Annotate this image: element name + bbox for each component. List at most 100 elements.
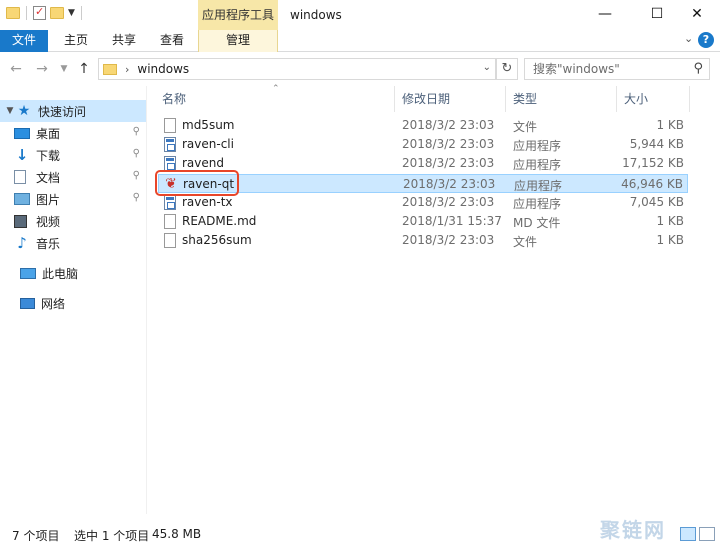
exe-icon bbox=[164, 137, 176, 152]
pictures-icon bbox=[14, 193, 30, 205]
pin-icon: ⚲ bbox=[132, 148, 140, 159]
star-icon: ★ bbox=[17, 103, 31, 119]
contextual-tab-header: 应用程序工具 bbox=[198, 0, 278, 30]
search-box[interactable]: ⚲ bbox=[524, 58, 710, 80]
nav-label: 此电脑 bbox=[42, 266, 79, 281]
tab-home[interactable]: 主页 bbox=[56, 30, 96, 52]
nav-label: 图片 bbox=[36, 192, 61, 207]
details-view-icon[interactable] bbox=[680, 527, 696, 541]
nav-label: 快速访问 bbox=[38, 104, 87, 119]
minimize-button[interactable]: — bbox=[582, 0, 628, 30]
close-button[interactable]: ✕ bbox=[674, 0, 720, 30]
pin-icon: ⚲ bbox=[132, 170, 140, 181]
nav-item-desktop[interactable]: 桌面 ⚲ bbox=[14, 122, 160, 144]
tab-share[interactable]: 共享 bbox=[104, 30, 144, 52]
file-size: 5,944 KB bbox=[629, 137, 684, 151]
nav-item-documents[interactable]: 文档 ⚲ bbox=[14, 166, 160, 188]
file-size: 17,152 KB bbox=[622, 156, 684, 170]
table-row[interactable]: raven-cli 2018/3/2 23:03 应用程序 5,944 KB bbox=[158, 135, 688, 154]
nav-item-videos[interactable]: 视频 bbox=[14, 210, 160, 232]
column-header-name[interactable]: 名称 bbox=[162, 90, 186, 107]
tab-view[interactable]: 查看 bbox=[152, 30, 192, 52]
table-row[interactable]: ravend 2018/3/2 23:03 应用程序 17,152 KB bbox=[158, 154, 688, 173]
address-path[interactable]: windows bbox=[137, 62, 189, 76]
selection-size: 45.8 MB bbox=[152, 527, 202, 541]
selection-count: 选中 1 个项目 bbox=[74, 529, 150, 543]
expand-ribbon-icon[interactable]: ⌄ bbox=[684, 32, 693, 45]
column-header-type[interactable]: 类型 bbox=[513, 90, 537, 107]
music-icon: ♪ bbox=[17, 234, 27, 252]
folder-icon[interactable] bbox=[6, 7, 20, 19]
up-button[interactable]: ↑ bbox=[74, 59, 94, 79]
document-icon bbox=[14, 170, 26, 184]
video-icon bbox=[14, 214, 27, 228]
item-count: 7 个项目 bbox=[12, 529, 60, 543]
nav-label: 网络 bbox=[41, 296, 66, 311]
help-icon[interactable]: ? bbox=[698, 32, 714, 48]
table-row[interactable]: sha256sum 2018/3/2 23:03 文件 1 KB bbox=[158, 231, 688, 250]
column-divider[interactable] bbox=[616, 86, 617, 112]
chevron-right-icon[interactable]: › bbox=[125, 63, 129, 76]
search-icon[interactable]: ⚲ bbox=[693, 61, 703, 76]
back-button[interactable]: ← bbox=[6, 59, 26, 79]
column-header-date[interactable]: 修改日期 bbox=[402, 90, 450, 107]
recent-locations-icon[interactable]: ▼ bbox=[54, 59, 74, 79]
pin-icon: ⚲ bbox=[132, 192, 140, 203]
nav-item-downloads[interactable]: ↓ 下载 ⚲ bbox=[14, 144, 160, 166]
table-row[interactable]: md5sum 2018/3/2 23:03 文件 1 KB bbox=[158, 116, 688, 135]
search-input[interactable] bbox=[525, 59, 675, 79]
column-divider[interactable] bbox=[689, 86, 690, 112]
file-date: 2018/3/2 23:03 bbox=[402, 233, 495, 247]
table-row[interactable]: README.md 2018/1/31 15:37 MD 文件 1 KB bbox=[158, 212, 688, 231]
file-name: README.md bbox=[182, 214, 257, 228]
address-bar[interactable]: › windows ⌄ bbox=[98, 58, 496, 80]
table-row[interactable]: raven-tx 2018/3/2 23:03 应用程序 7,045 KB bbox=[158, 193, 688, 212]
highlight-annotation bbox=[155, 170, 239, 196]
file-icon bbox=[164, 214, 176, 229]
properties-icon[interactable] bbox=[33, 5, 46, 20]
customize-dropdown-icon[interactable]: ▼ bbox=[68, 8, 75, 18]
pane-divider[interactable] bbox=[146, 86, 147, 514]
new-folder-icon[interactable] bbox=[50, 7, 64, 19]
expand-arrow-icon[interactable]: ▼ bbox=[4, 106, 16, 116]
exe-icon bbox=[164, 195, 176, 210]
file-name: raven-tx bbox=[182, 195, 233, 209]
column-divider[interactable] bbox=[394, 86, 395, 112]
nav-label: 视频 bbox=[36, 214, 61, 229]
nav-item-pictures[interactable]: 图片 ⚲ bbox=[14, 188, 160, 210]
quick-access-toolbar: ▼ bbox=[6, 5, 84, 20]
watermark: 聚链网 bbox=[600, 514, 666, 543]
nav-item-music[interactable]: ♪ 音乐 bbox=[14, 232, 160, 254]
file-date: 2018/3/2 23:03 bbox=[402, 195, 495, 209]
nav-label: 文档 bbox=[36, 170, 61, 185]
forward-button[interactable]: → bbox=[32, 59, 52, 79]
file-date: 2018/3/2 23:03 bbox=[402, 137, 495, 151]
chevron-down-icon[interactable]: ⌄ bbox=[483, 62, 491, 73]
file-icon bbox=[164, 118, 176, 133]
file-date: 2018/3/2 23:03 bbox=[402, 118, 495, 132]
large-icons-view-icon[interactable] bbox=[699, 527, 715, 541]
file-type: 文件 bbox=[513, 120, 538, 134]
file-size: 46,946 KB bbox=[621, 177, 683, 191]
file-size: 1 KB bbox=[656, 233, 684, 247]
tab-file[interactable]: 文件 bbox=[0, 30, 48, 52]
tab-manage[interactable]: 管理 bbox=[198, 30, 278, 52]
file-size: 1 KB bbox=[656, 118, 684, 132]
file-list: 名称 ⌃ 修改日期 类型 大小 md5sum 2018/3/2 23:03 文件… bbox=[158, 84, 718, 514]
navigation-pane: ▼ ★ 快速访问 桌面 ⚲ ↓ 下载 ⚲ 文档 ⚲ 图片 ⚲ 视频 ♪ 音乐 ▶… bbox=[0, 86, 146, 514]
nav-label: 音乐 bbox=[36, 236, 61, 251]
refresh-button[interactable]: ↻ bbox=[496, 58, 518, 80]
address-row: ← → ▼ ↑ › windows ⌄ ↻ ⚲ bbox=[0, 52, 720, 86]
file-type: 应用程序 bbox=[513, 158, 562, 172]
folder-icon bbox=[103, 63, 117, 75]
column-header-size[interactable]: 大小 bbox=[624, 90, 648, 107]
nav-quick-access[interactable]: ▼ ★ 快速访问 bbox=[0, 100, 146, 122]
column-divider[interactable] bbox=[505, 86, 506, 112]
ribbon-tabs: 文件 主页 共享 查看 管理 ⌄ ? bbox=[0, 30, 720, 52]
file-size: 1 KB bbox=[656, 214, 684, 228]
nav-network[interactable]: ▶ 网络 bbox=[4, 292, 150, 314]
network-icon bbox=[20, 297, 35, 309]
nav-label: 下载 bbox=[36, 148, 61, 163]
nav-this-pc[interactable]: ▶ 此电脑 bbox=[4, 262, 150, 284]
file-type: 文件 bbox=[513, 235, 538, 249]
